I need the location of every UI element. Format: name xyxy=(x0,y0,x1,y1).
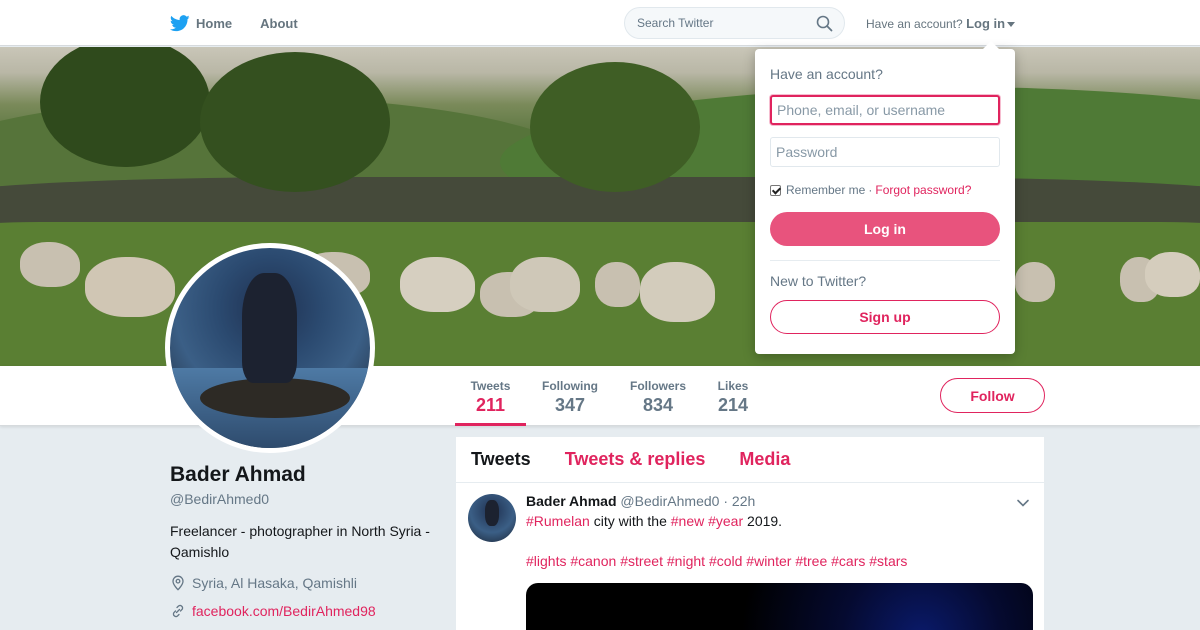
hashtag[interactable]: #Rumelan xyxy=(526,513,590,529)
stat-likes[interactable]: Likes 214 xyxy=(708,366,758,426)
nav-home-label: Home xyxy=(196,15,233,31)
tweet[interactable]: Bader Ahmad @BedirAhmed0 · 22h #Rumelan … xyxy=(456,483,1044,630)
tab-tweets-replies[interactable]: Tweets & replies xyxy=(565,449,706,470)
remember-label[interactable]: Remember me xyxy=(786,183,865,197)
hashtag[interactable]: #street xyxy=(620,553,663,569)
profile-location: Syria, Al Hasaka, Qamishli xyxy=(170,575,357,591)
login-toggle[interactable]: Have an account? Log in xyxy=(866,16,1016,31)
nav-home[interactable]: Home xyxy=(170,14,233,32)
hashtag[interactable]: #tree xyxy=(795,553,827,569)
tree xyxy=(200,52,390,192)
search-input[interactable] xyxy=(625,8,805,38)
tweet-hashtags: #lights #canon #street #night #cold #win… xyxy=(526,551,1032,571)
stat-value: 347 xyxy=(554,395,586,415)
avatar-figure xyxy=(242,273,297,383)
profile-handle[interactable]: @BedirAhmed0 xyxy=(170,491,269,507)
username-field[interactable] xyxy=(770,95,1000,125)
tweet-time[interactable]: 22h xyxy=(732,493,755,509)
stat-tweets[interactable]: Tweets 211 xyxy=(455,366,526,426)
hashtag[interactable]: #canon xyxy=(570,553,616,569)
profile-avatar[interactable] xyxy=(165,243,375,453)
search-icon[interactable] xyxy=(816,15,833,32)
profile-bio: Freelancer - photographer in North Syria… xyxy=(170,523,430,560)
sheep xyxy=(640,262,715,322)
search-box[interactable] xyxy=(624,7,845,39)
sheep xyxy=(595,262,640,307)
tweet-text: #Rumelan city with the #new #year 2019. xyxy=(526,511,1032,531)
hashtag[interactable]: #lights xyxy=(526,553,566,569)
tweet-separator: · xyxy=(723,493,729,509)
tree xyxy=(530,62,700,192)
stat-value: 211 xyxy=(475,395,506,415)
profile-link-text[interactable]: facebook.com/BedirAhmed98 xyxy=(192,603,376,619)
stat-value: 834 xyxy=(642,395,674,415)
stat-label: Tweets xyxy=(470,379,511,393)
stat-label: Followers xyxy=(629,379,686,393)
tweet-author-name[interactable]: Bader Ahmad xyxy=(526,493,617,509)
forgot-password-link[interactable]: Forgot password? xyxy=(875,183,971,197)
dropdown-title: Have an account? xyxy=(770,66,883,82)
nav-about[interactable]: About xyxy=(260,16,298,31)
nav-left: Home About xyxy=(170,0,326,46)
timeline-tabs: Tweets Tweets & replies Media xyxy=(456,437,1044,483)
stat-followers[interactable]: Followers 834 xyxy=(623,366,693,426)
twitter-bird-icon xyxy=(170,14,190,31)
new-to-twitter-text: New to Twitter? xyxy=(770,273,867,289)
sheep xyxy=(400,257,475,312)
avatar-rock xyxy=(200,378,350,418)
hashtag[interactable]: #cars xyxy=(831,553,865,569)
location-text: Syria, Al Hasaka, Qamishli xyxy=(192,575,357,591)
sheep xyxy=(510,257,580,312)
stat-label: Likes xyxy=(717,379,749,393)
password-field[interactable] xyxy=(770,137,1000,167)
signup-button[interactable]: Sign up xyxy=(770,300,1000,334)
tweet-author-handle[interactable]: @BedirAhmed0 xyxy=(620,493,719,509)
tweet-avatar[interactable] xyxy=(468,494,516,542)
tweet-media-image[interactable] xyxy=(526,583,1033,630)
remember-separator: · xyxy=(868,183,873,197)
tweet-text-part: 2019. xyxy=(743,513,783,529)
stat-label: Following xyxy=(542,379,598,393)
profile-name[interactable]: Bader Ahmad xyxy=(170,463,306,487)
hashtag[interactable]: #year xyxy=(708,513,743,529)
chevron-down-icon[interactable] xyxy=(1016,496,1030,510)
tab-tweets[interactable]: Tweets xyxy=(471,449,531,470)
tweet-header: Bader Ahmad @BedirAhmed0 · 22h xyxy=(526,493,1032,509)
caret-down-icon xyxy=(1007,22,1016,28)
tweet-text-part: city with the xyxy=(589,513,671,529)
follow-button[interactable]: Follow xyxy=(940,378,1045,413)
hashtag[interactable]: #new xyxy=(671,513,704,529)
tab-media[interactable]: Media xyxy=(739,449,790,470)
login-button[interactable]: Log in xyxy=(770,212,1000,246)
login-link[interactable]: Log in xyxy=(966,16,1005,31)
hashtag[interactable]: #night xyxy=(667,553,705,569)
sheep xyxy=(85,257,175,317)
stat-following[interactable]: Following 347 xyxy=(535,366,605,426)
link-icon xyxy=(172,604,184,618)
stat-value: 214 xyxy=(717,395,749,415)
have-account-text: Have an account? xyxy=(866,17,963,31)
remember-row: Remember me · Forgot password? xyxy=(770,183,971,197)
location-pin-icon xyxy=(172,575,184,591)
login-dropdown: Have an account? Remember me · Forgot pa… xyxy=(755,41,1015,354)
timeline: Tweets Tweets & replies Media Bader Ahma… xyxy=(456,437,1044,630)
profile-url[interactable]: facebook.com/BedirAhmed98 xyxy=(170,603,376,619)
divider xyxy=(770,260,1000,261)
hashtag[interactable]: #stars xyxy=(869,553,907,569)
hashtag[interactable]: #cold xyxy=(709,553,742,569)
nav-about-label: About xyxy=(260,15,298,31)
hashtag[interactable]: #winter xyxy=(746,553,791,569)
sheep xyxy=(1015,262,1055,302)
top-navigation: Home About Have an account? Log in xyxy=(0,0,1200,46)
sheep xyxy=(20,242,80,287)
sheep xyxy=(1145,252,1200,297)
remember-checkbox[interactable] xyxy=(770,184,781,196)
